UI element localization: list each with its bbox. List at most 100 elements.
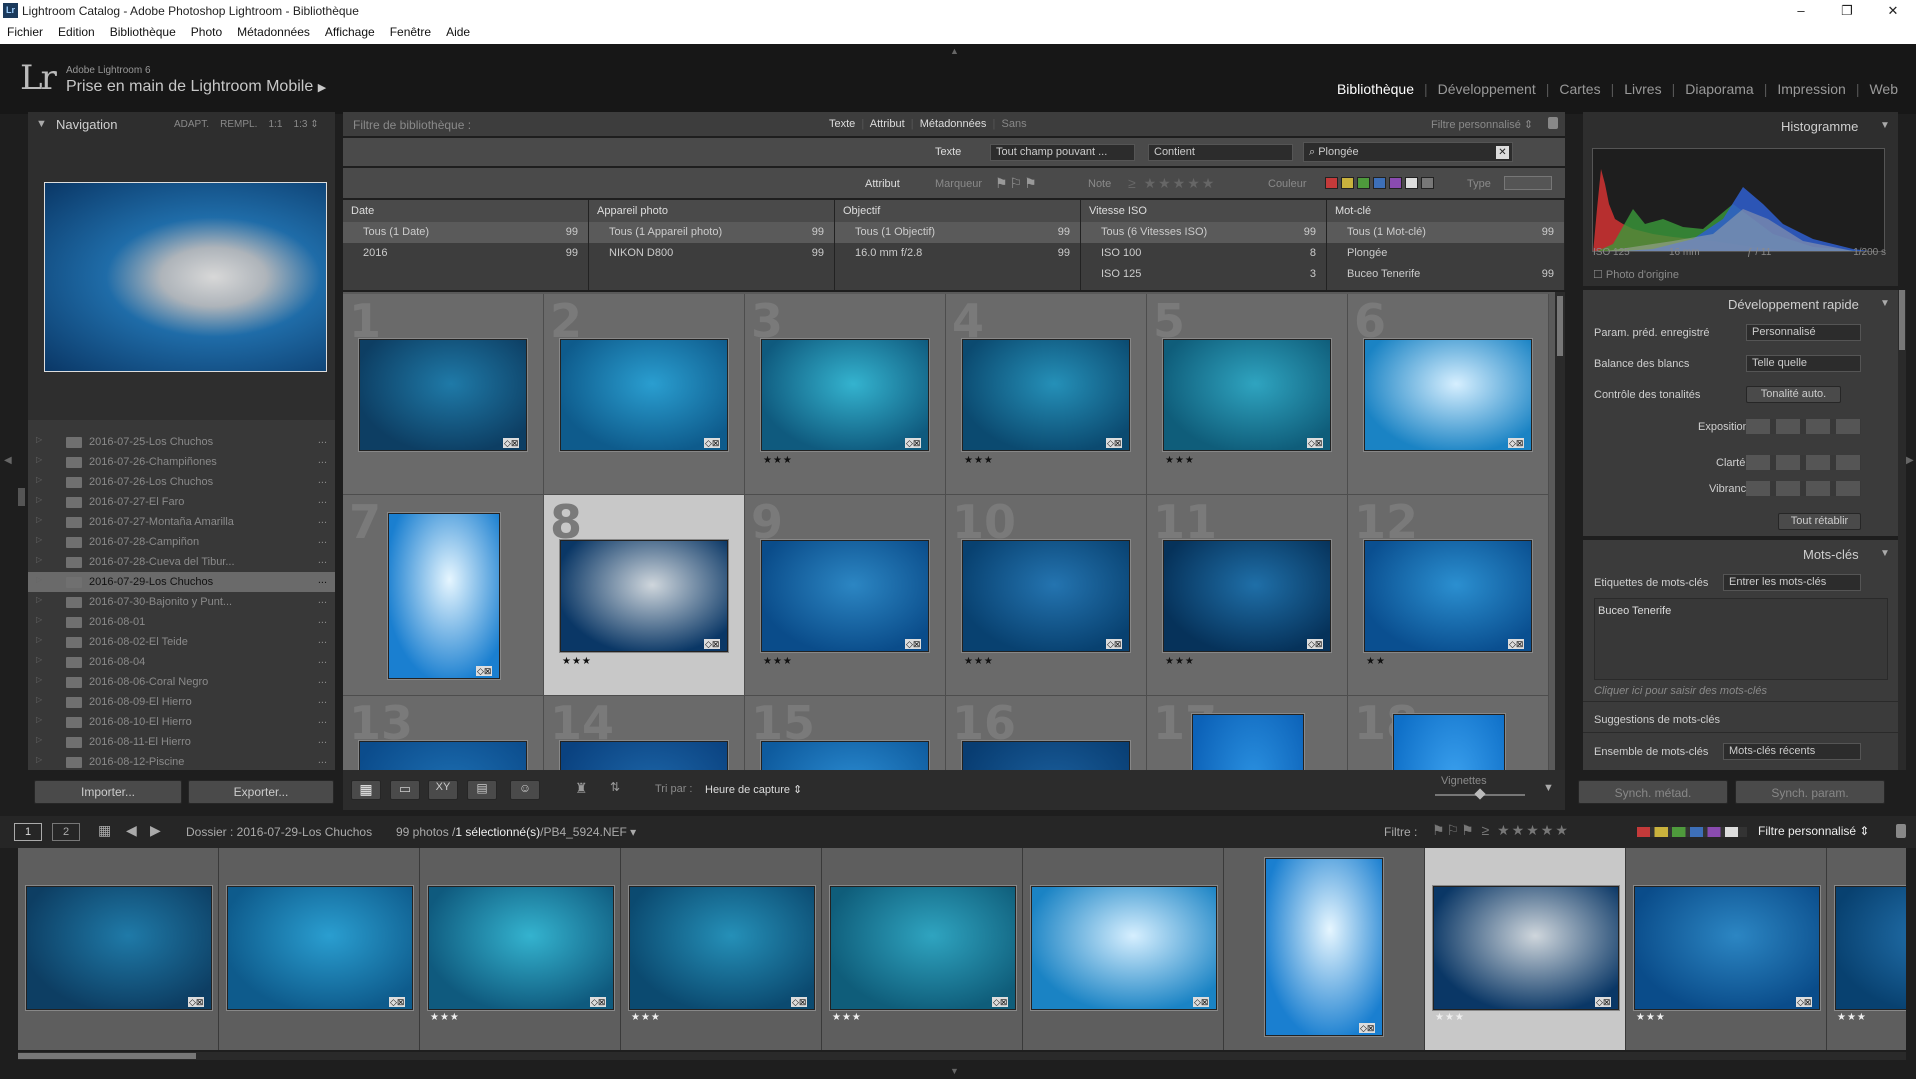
grid-cell[interactable]: 12 ◇⊠ ★★ <box>1348 495 1549 696</box>
filmstrip-cell[interactable]: ◇⊠ ★★★ <box>822 848 1023 1050</box>
menu-item-0[interactable]: Fichier <box>0 22 51 39</box>
filmstrip-thumbnail[interactable] <box>830 886 1016 1010</box>
expand-arrow-icon[interactable]: ▷ <box>36 675 42 684</box>
grid-icon[interactable]: ▦ <box>98 822 111 839</box>
tab-attribute[interactable]: Attribut <box>870 118 905 130</box>
collapse-histogram-icon[interactable]: ▼ <box>1880 120 1890 131</box>
folder-item[interactable]: ▷ 2016-07-28-Cueva del Tibur...... <box>28 552 335 572</box>
folder-item[interactable]: ▷ 2016-07-27-Montaña Amarilla... <box>28 512 335 532</box>
clarity-buttons[interactable] <box>1746 455 1861 470</box>
expand-arrow-icon[interactable]: ▷ <box>36 455 42 464</box>
rating-stars[interactable]: ★★★ <box>1636 1012 1666 1023</box>
primary-screen-button[interactable]: 1 <box>14 823 42 841</box>
expand-arrow-icon[interactable]: ▷ <box>36 635 42 644</box>
color-swatch[interactable] <box>1405 177 1418 189</box>
left-scrollbar[interactable] <box>18 488 25 506</box>
grid-cell[interactable]: 2 ◇⊠ <box>544 294 745 495</box>
identity-plate[interactable]: Prise en main de Lightroom Mobile ▶ <box>66 78 326 96</box>
metadata-row[interactable]: ISO 100 8 <box>1081 243 1326 264</box>
thumbnail-badges-icon[interactable]: ◇⊠ <box>905 438 922 448</box>
type-filter-icons[interactable] <box>1504 176 1552 190</box>
photo-thumbnail[interactable] <box>560 741 728 770</box>
grid-cell[interactable]: 9 ◇⊠ ★★★ <box>745 495 946 696</box>
menu-item-7[interactable]: Aide <box>439 22 478 39</box>
collapse-quick-develop-icon[interactable]: ▼ <box>1880 298 1890 309</box>
expand-arrow-icon[interactable]: ▷ <box>36 575 42 584</box>
secondary-screen-button[interactable]: 2 <box>52 823 80 841</box>
rating-stars[interactable]: ★★★ <box>631 1012 661 1023</box>
grid-cell[interactable]: 6 ◇⊠ <box>1348 294 1549 495</box>
right-scroll-thumb[interactable] <box>1899 290 1905 350</box>
folder-item[interactable]: ▷ 2016-08-02-El Teide... <box>28 632 335 652</box>
expand-arrow-icon[interactable]: ▷ <box>36 715 42 724</box>
thumbnail-badges-icon[interactable]: ◇⊠ <box>704 438 721 448</box>
collapse-left-icon[interactable]: ◀ <box>4 455 12 466</box>
filmstrip-filter-dropdown[interactable]: Filtre personnalisé ⇕ <box>1758 824 1869 838</box>
folder-item[interactable]: ▷ 2016-08-06-Coral Negro... <box>28 672 335 692</box>
filmstrip-thumbnail[interactable] <box>428 886 614 1010</box>
menu-item-5[interactable]: Affichage <box>318 22 383 39</box>
expand-arrow-icon[interactable]: ▷ <box>36 595 42 604</box>
minimize-button[interactable]: – <box>1778 0 1824 22</box>
module-4[interactable]: Diaporama <box>1675 81 1763 97</box>
folder-item[interactable]: ▷ 2016-07-27-El Faro... <box>28 492 335 512</box>
photo-thumbnail[interactable] <box>1364 540 1532 652</box>
grid-cell[interactable]: 11 ◇⊠ ★★★ <box>1147 495 1348 696</box>
color-swatch[interactable] <box>1389 177 1402 189</box>
thumbnail-badges-icon[interactable]: ◇⊠ <box>1359 1023 1376 1033</box>
thumbnail-badges-icon[interactable]: ◇⊠ <box>1508 639 1525 649</box>
import-button[interactable]: Importer... <box>34 780 182 804</box>
folder-item[interactable]: ▷ 2016-07-25-Los Chuchos... <box>28 432 335 452</box>
module-2[interactable]: Cartes <box>1549 81 1610 97</box>
photo-thumbnail[interactable] <box>761 741 929 770</box>
grid-cell[interactable]: 10 ◇⊠ ★★★ <box>946 495 1147 696</box>
metadata-row[interactable]: Plongée <box>1327 243 1564 264</box>
menu-item-6[interactable]: Fenêtre <box>383 22 439 39</box>
folder-item[interactable]: ▷ 2016-08-10-El Hierro... <box>28 712 335 732</box>
folder-item[interactable]: ▷ 2016-07-26-Los Chuchos... <box>28 472 335 492</box>
menu-item-2[interactable]: Bibliothèque <box>103 22 184 39</box>
photo-thumbnail[interactable] <box>962 339 1130 451</box>
expand-arrow-icon[interactable]: ▷ <box>36 555 42 564</box>
metadata-row[interactable]: Tous (1 Appareil photo) 99 <box>589 222 834 243</box>
keyword-placeholder[interactable]: Cliquer ici pour saisir des mots-clés <box>1594 685 1767 697</box>
grid-cell[interactable]: 16◇⊠ <box>946 696 1147 770</box>
metadata-row[interactable]: Tous (1 Objectif) 99 <box>835 222 1080 243</box>
thumbnail-badges-icon[interactable]: ◇⊠ <box>476 666 493 676</box>
exposure-buttons[interactable] <box>1746 419 1861 434</box>
thumbnail-badges-icon[interactable]: ◇⊠ <box>590 997 607 1007</box>
collapse-bottom-icon[interactable]: ▼ <box>950 1066 959 1076</box>
grid-view-icon[interactable]: ▦ <box>351 780 381 800</box>
grid-cell[interactable]: 5 ◇⊠ ★★★ <box>1147 294 1348 495</box>
keyword-suggestions-label[interactable]: Suggestions de mots-clés <box>1594 714 1720 726</box>
photo-thumbnail[interactable] <box>761 339 929 451</box>
sort-direction-icon[interactable]: ⇅ <box>610 780 620 794</box>
module-1[interactable]: Développement <box>1428 81 1546 97</box>
clear-search-icon[interactable]: ✕ <box>1496 146 1509 159</box>
photo-thumbnail[interactable] <box>1364 339 1532 451</box>
color-swatch[interactable] <box>1373 177 1386 189</box>
menu-item-3[interactable]: Photo <box>184 22 230 39</box>
tab-none[interactable]: Sans <box>1002 118 1027 130</box>
rating-stars[interactable]: ★★★ <box>1165 656 1195 667</box>
thumbnail-badges-icon[interactable]: ◇⊠ <box>1508 438 1525 448</box>
rating-filter-stars[interactable]: ≥ ★★★★★ <box>1128 175 1216 192</box>
reset-all-button[interactable]: Tout rétablir <box>1778 513 1861 530</box>
photo-thumbnail[interactable] <box>1192 714 1304 770</box>
expand-arrow-icon[interactable]: ▷ <box>36 495 42 504</box>
rating-stars[interactable]: ★★★ <box>964 656 994 667</box>
color-swatch[interactable] <box>1325 177 1338 189</box>
expand-arrow-icon[interactable]: ▷ <box>36 435 42 444</box>
photo-thumbnail[interactable] <box>761 540 929 652</box>
collapse-navigator-icon[interactable]: ▼ <box>36 118 47 130</box>
thumbnail-badges-icon[interactable]: ◇⊠ <box>503 438 520 448</box>
photo-thumbnail[interactable] <box>560 540 728 652</box>
right-panel-scrollbar[interactable] <box>1898 290 1906 770</box>
filmstrip-scrollbar[interactable] <box>18 1052 1906 1060</box>
saved-preset-dropdown[interactable]: Personnalisé <box>1746 324 1861 341</box>
survey-view-icon[interactable]: ▤ <box>467 780 497 800</box>
module-6[interactable]: Web <box>1859 81 1908 97</box>
compare-view-icon[interactable]: XY <box>428 780 458 800</box>
metadata-row[interactable]: Tous (6 Vitesses ISO) 99 <box>1081 222 1326 243</box>
filmstrip-color-filter[interactable] <box>1637 827 1747 837</box>
